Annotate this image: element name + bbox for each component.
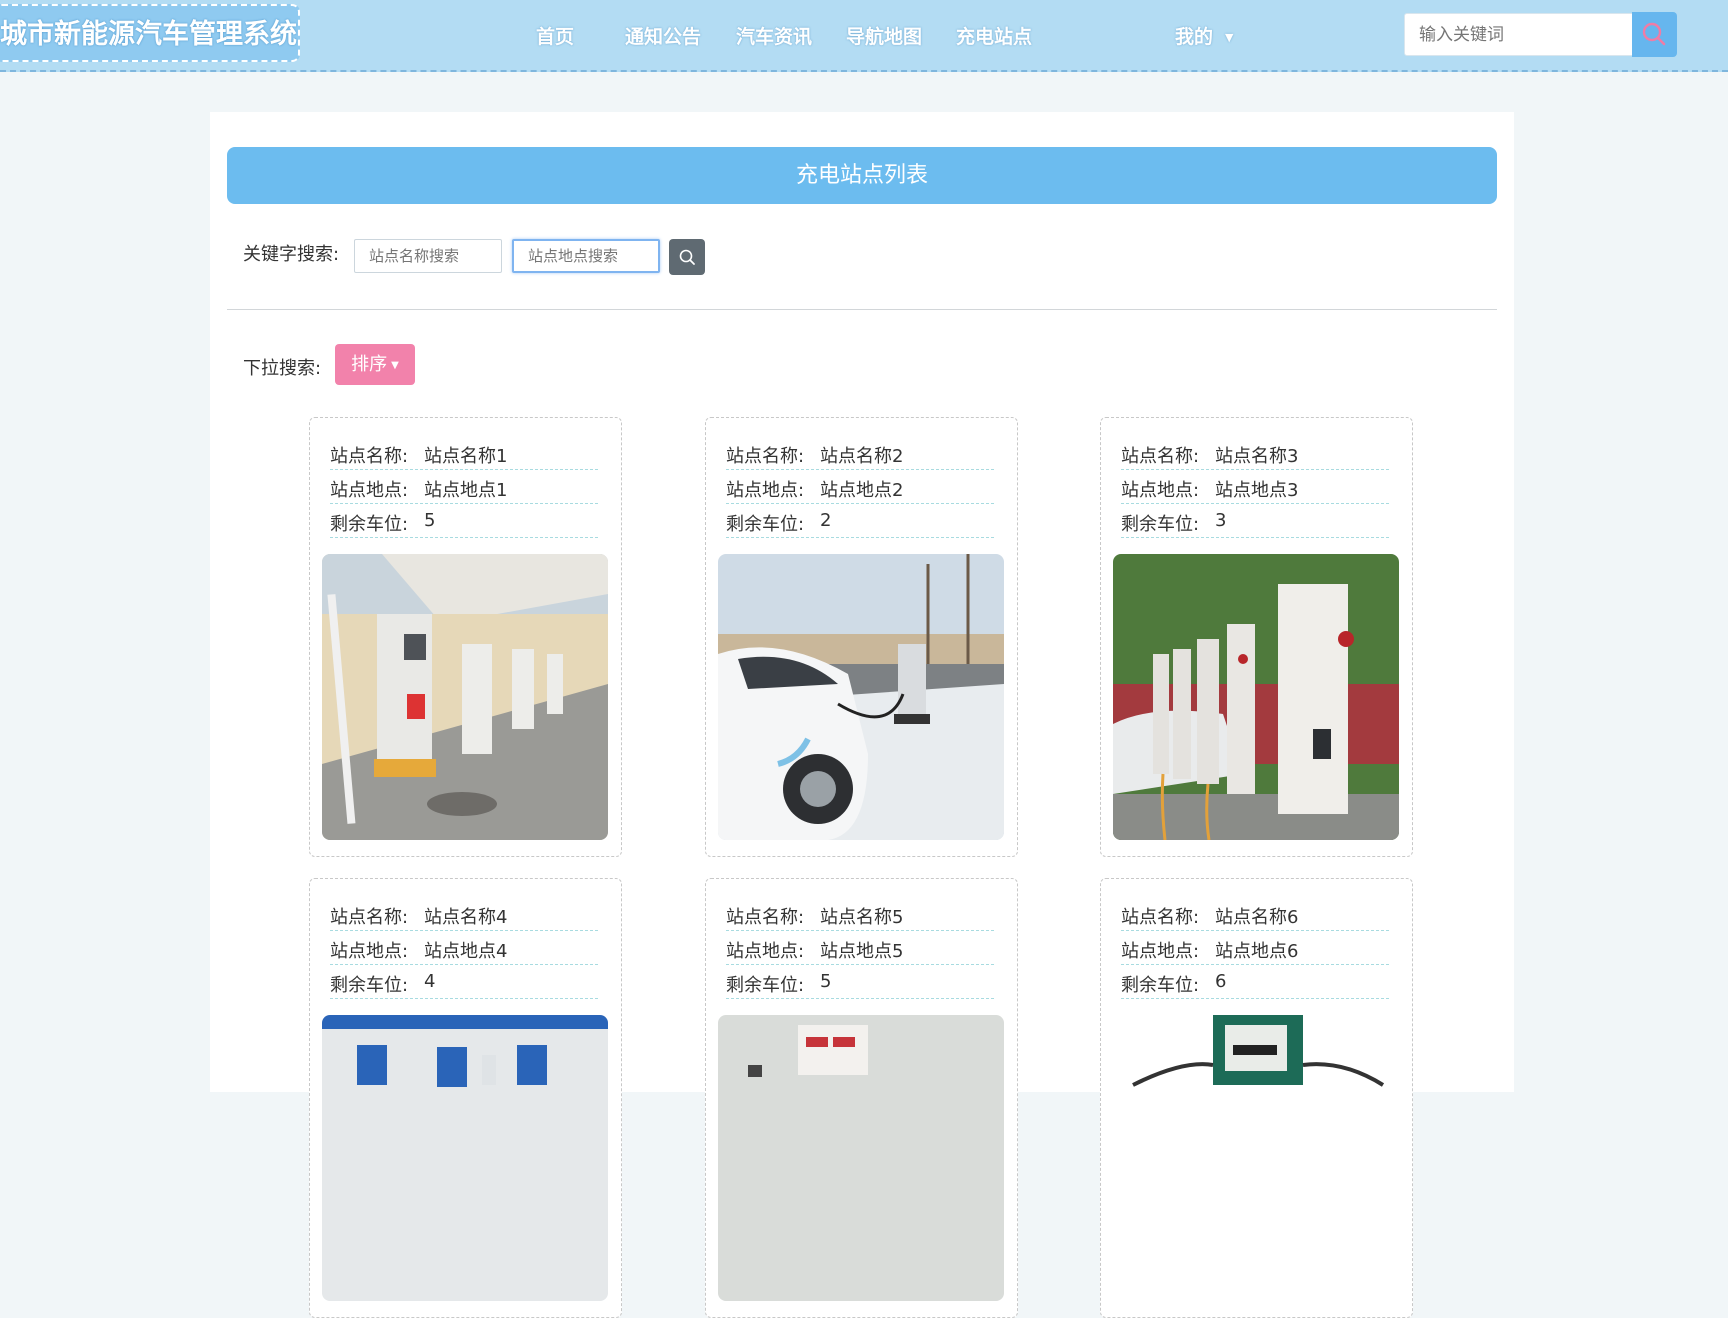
remaining-spaces: 2 <box>820 510 832 531</box>
station-name-row: 站点名称: 站点名称6 <box>1121 897 1389 931</box>
station-location-row: 站点地点: 站点地点5 <box>726 931 994 965</box>
remaining-spaces: 5 <box>424 510 436 531</box>
station-location: 站点地点3 <box>1215 480 1299 501</box>
station-location: 站点地点1 <box>424 480 508 501</box>
station-list-panel: 充电站点列表 关键字搜索: 下拉搜索: 排序▼ 站点名称: 站点名称1 站点地点:… <box>210 112 1514 1318</box>
station-name: 站点名称3 <box>1215 446 1299 467</box>
nav-car-news[interactable]: 汽车资讯 <box>736 22 812 49</box>
station-photo[interactable] <box>1113 554 1399 840</box>
field-label: 剩余车位: <box>726 514 805 535</box>
station-location-row: 站点地点: 站点地点1 <box>330 470 598 504</box>
station-card[interactable]: 站点名称: 站点名称1 站点地点: 站点地点1 剩余车位: 5 <box>309 417 622 857</box>
station-name: 站点名称5 <box>820 907 904 928</box>
user-menu[interactable]: 我的 ▼ <box>1175 22 1233 49</box>
field-label: 站点地点: <box>726 941 805 962</box>
field-label: 剩余车位: <box>1121 514 1200 535</box>
remaining-spaces: 4 <box>424 971 436 992</box>
station-photo[interactable] <box>718 1015 1004 1301</box>
nav-charging-stations[interactable]: 充电站点 <box>956 22 1032 49</box>
field-label: 剩余车位: <box>330 514 409 535</box>
station-name: 站点名称1 <box>424 446 508 467</box>
page-title: 充电站点列表 <box>227 147 1497 204</box>
keyword-search-label: 关键字搜索: <box>243 244 340 265</box>
station-name: 站点名称4 <box>424 907 508 928</box>
caret-down-icon: ▼ <box>391 359 399 371</box>
station-card[interactable]: 站点名称: 站点名称4 站点地点: 站点地点4 剩余车位: 4 <box>309 878 622 1318</box>
field-label: 站点名称: <box>330 907 409 928</box>
station-location-row: 站点地点: 站点地点4 <box>330 931 598 965</box>
station-location: 站点地点2 <box>820 480 904 501</box>
keyword-search-button[interactable] <box>669 239 705 275</box>
site-logo[interactable]: 城市新能源汽车管理系统 <box>0 4 300 62</box>
search-icon <box>1642 22 1666 46</box>
station-name: 站点名称2 <box>820 446 904 467</box>
field-label: 剩余车位: <box>726 975 805 996</box>
station-name-row: 站点名称: 站点名称2 <box>726 436 994 470</box>
remaining-spaces: 3 <box>1215 510 1227 531</box>
field-label: 站点名称: <box>726 446 805 467</box>
station-name-row: 站点名称: 站点名称3 <box>1121 436 1389 470</box>
field-label: 剩余车位: <box>1121 975 1200 996</box>
top-navbar: 城市新能源汽车管理系统 首页 通知公告 汽车资讯 导航地图 充电站点 我的 ▼ <box>0 0 1728 72</box>
remaining-spaces-row: 剩余车位: 5 <box>726 965 994 999</box>
station-card[interactable]: 站点名称: 站点名称2 站点地点: 站点地点2 剩余车位: 2 <box>705 417 1018 857</box>
field-label: 站点名称: <box>726 907 805 928</box>
station-name-row: 站点名称: 站点名称4 <box>330 897 598 931</box>
field-label: 站点名称: <box>1121 907 1200 928</box>
field-label: 站点地点: <box>726 480 805 501</box>
station-location: 站点地点4 <box>424 941 508 962</box>
station-card[interactable]: 站点名称: 站点名称5 站点地点: 站点地点5 剩余车位: 5 <box>705 878 1018 1318</box>
remaining-spaces-row: 剩余车位: 4 <box>330 965 598 999</box>
field-label: 站点名称: <box>330 446 409 467</box>
remaining-spaces-row: 剩余车位: 5 <box>330 504 598 538</box>
station-photo[interactable] <box>718 554 1004 840</box>
nav-notices[interactable]: 通知公告 <box>625 22 701 49</box>
station-location-search-input[interactable] <box>512 239 660 273</box>
field-label: 站点地点: <box>330 480 409 501</box>
field-label: 站点地点: <box>1121 480 1200 501</box>
top-search-input[interactable] <box>1404 13 1634 56</box>
user-menu-label: 我的 <box>1175 26 1214 48</box>
station-location-row: 站点地点: 站点地点2 <box>726 470 994 504</box>
remaining-spaces: 6 <box>1215 971 1227 992</box>
field-label: 站点地点: <box>1121 941 1200 962</box>
station-location-row: 站点地点: 站点地点6 <box>1121 931 1389 965</box>
search-icon <box>679 249 695 265</box>
remaining-spaces: 5 <box>820 971 832 992</box>
station-location: 站点地点5 <box>820 941 904 962</box>
remaining-spaces-row: 剩余车位: 2 <box>726 504 994 538</box>
remaining-spaces-row: 剩余车位: 6 <box>1121 965 1389 999</box>
station-name-row: 站点名称: 站点名称5 <box>726 897 994 931</box>
field-label: 剩余车位: <box>330 975 409 996</box>
station-card[interactable]: 站点名称: 站点名称6 站点地点: 站点地点6 剩余车位: 6 <box>1100 878 1413 1318</box>
nav-map[interactable]: 导航地图 <box>846 22 922 49</box>
field-label: 站点名称: <box>1121 446 1200 467</box>
chevron-down-icon: ▼ <box>1225 31 1234 44</box>
station-photo[interactable] <box>322 554 608 840</box>
nav-home[interactable]: 首页 <box>536 22 574 49</box>
station-name: 站点名称6 <box>1215 907 1299 928</box>
station-photo[interactable] <box>1113 1015 1399 1301</box>
station-location: 站点地点6 <box>1215 941 1299 962</box>
station-name-search-input[interactable] <box>354 239 502 273</box>
sort-label: 排序 <box>351 354 388 375</box>
dropdown-search-label: 下拉搜索: <box>243 358 322 379</box>
divider <box>227 309 1497 310</box>
top-search-button[interactable] <box>1632 12 1677 57</box>
remaining-spaces-row: 剩余车位: 3 <box>1121 504 1389 538</box>
station-card[interactable]: 站点名称: 站点名称3 站点地点: 站点地点3 剩余车位: 3 <box>1100 417 1413 857</box>
field-label: 站点地点: <box>330 941 409 962</box>
station-location-row: 站点地点: 站点地点3 <box>1121 470 1389 504</box>
sort-dropdown-button[interactable]: 排序 ▼ <box>335 344 415 385</box>
station-name-row: 站点名称: 站点名称1 <box>330 436 598 470</box>
station-photo[interactable] <box>322 1015 608 1301</box>
